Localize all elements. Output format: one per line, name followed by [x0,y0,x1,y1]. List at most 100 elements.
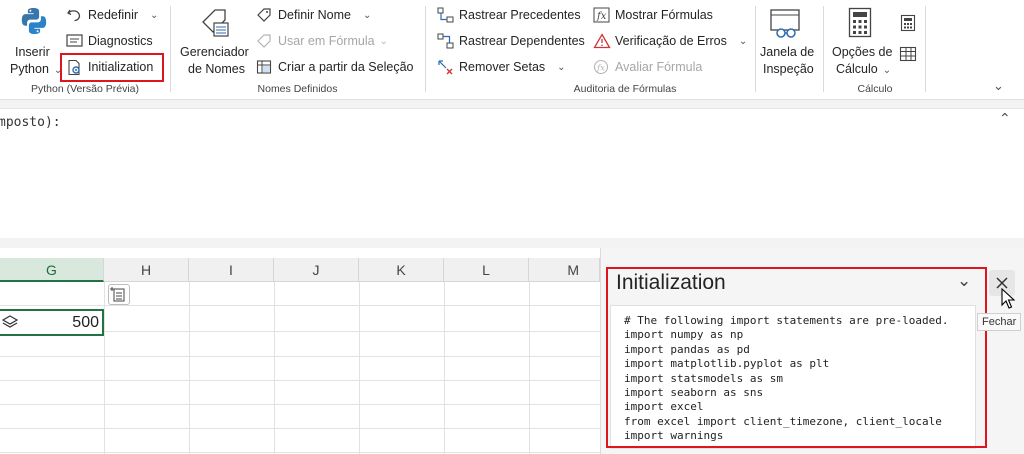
grid-row[interactable] [0,381,600,405]
svg-text:fx: fx [596,64,605,74]
calculate-now-icon[interactable] [900,14,916,32]
calculation-options-label-line1: Opções de [832,45,893,59]
collapse-formula-bar-icon[interactable]: ⌃ [999,111,1011,127]
show-formulas-button[interactable]: fx Mostrar Fórmulas [593,7,713,23]
chevron-down-icon: ⌄ [882,65,892,76]
undo-icon [66,7,84,23]
warning-icon [593,33,611,49]
insert-python-label-line1: Inserir [15,45,50,59]
ribbon: Inserir Python ⌄ Redefinir ⌄ Diagnostics … [0,0,1024,100]
initialization-pane: Initialization ⌄ # The following import … [600,248,1024,454]
remove-arrows-button[interactable]: Remover Setas ⌄ [437,59,566,75]
initialization-highlight [60,53,164,82]
grid-line [529,282,530,454]
grid-line [444,282,445,454]
chevron-down-icon[interactable]: ⌄ [557,62,565,73]
redefinir-button[interactable]: Redefinir ⌄ [66,7,158,23]
watch-window-label-line2: Inspeção [763,62,814,76]
show-formulas-label: Mostrar Fórmulas [615,8,713,22]
chevron-down-icon[interactable]: ⌄ [150,10,158,21]
watch-window-button[interactable]: Janela de Inspeção [757,4,815,79]
grid-row[interactable] [0,429,600,453]
pane-highlight [606,267,987,448]
name-manager-button[interactable]: Gerenciador de Nomes [176,4,252,79]
create-from-selection-button[interactable]: Criar a partir da Seleção [256,59,413,75]
column-header-g[interactable]: G [0,258,104,282]
diagnostics-button[interactable]: Diagnostics [66,33,153,49]
chevron-down-icon: ⌄ [379,35,388,47]
python-object-icon [2,315,18,328]
cell-value: 500 [72,314,99,331]
error-checking-label: Verificação de Erros [615,34,727,48]
grid-line [189,282,190,454]
watch-window-label-line1: Janela de [760,45,815,59]
formula-bar-expanded[interactable]: mposto): ⌃ [0,108,1024,238]
name-manager-icon [202,9,229,37]
collapse-ribbon-chevron-icon[interactable]: ⌄ [993,78,1004,94]
separator [755,6,756,92]
column-header-h[interactable]: H [104,258,189,282]
grid-line [274,282,275,454]
error-checking-button[interactable]: Verificação de Erros ⌄ [593,33,747,49]
create-from-selection-label: Criar a partir da Seleção [278,60,414,74]
evaluate-formula-button[interactable]: fx Avaliar Fórmula [593,59,702,75]
trace-dependents-icon [437,33,455,49]
grid-row[interactable] [0,405,600,429]
calculation-group-label: Cálculo [857,83,893,95]
diagnostics-label: Diagnostics [88,34,153,48]
formula-text[interactable]: mposto): [0,115,61,130]
tag-icon [256,33,274,49]
redefinir-label: Redefinir [88,8,139,22]
watch-window-icon [770,9,800,38]
use-in-formula-label: Usar em Fórmula [278,34,375,48]
separator [425,6,426,92]
define-name-label: Definir Nome [278,8,351,22]
close-tooltip: Fechar [977,313,1022,331]
grid-line [104,282,105,454]
name-manager-label-line1: Gerenciador [180,45,249,59]
tag-icon [256,7,274,23]
separator [823,6,824,92]
separator [170,6,171,92]
column-header-j[interactable]: J [274,258,359,282]
grid-row[interactable] [0,333,600,357]
worksheet-grid[interactable]: G H I J K L M 500 [0,248,600,454]
insert-python-label-line2: Python ⌄ [10,62,63,76]
python-group-label: Python (Versão Prévia) [31,83,139,95]
grid-row[interactable] [0,282,600,306]
selected-cell[interactable]: 500 [0,309,104,336]
trace-dependents-button[interactable]: Rastrear Dependentes [437,33,585,49]
diagnostics-icon [66,33,84,49]
trace-precedents-button[interactable]: Rastrear Precedentes [437,7,581,23]
calculation-options-label-line2: Cálculo ⌄ [836,62,892,76]
audit-group-label: Auditoria de Fórmulas [573,83,677,95]
mouse-cursor-icon [1001,288,1015,309]
svg-text:fx: fx [596,11,607,22]
column-header-l[interactable]: L [444,258,529,282]
calculation-options-button[interactable]: Opções de Cálculo ⌄ [828,4,894,79]
column-header-k[interactable]: K [359,258,444,282]
column-header-m[interactable]: M [529,258,600,282]
names-group-label: Nomes Definidos [257,83,338,95]
trace-dependents-label: Rastrear Dependentes [459,34,585,48]
evaluate-formula-label: Avaliar Fórmula [615,60,703,74]
chevron-down-icon[interactable]: ⌄ [363,10,371,21]
name-manager-label-line2: de Nomes [188,62,245,76]
insert-python-button[interactable]: Inserir Python ⌄ [8,4,63,79]
calculator-icon [848,7,872,38]
grid-line [359,282,360,454]
column-header-i[interactable]: I [189,258,274,282]
evaluate-formula-icon: fx [593,59,611,75]
trace-precedents-label: Rastrear Precedentes [459,8,581,22]
calculate-sheet-icon[interactable] [899,46,917,62]
remove-arrows-label: Remover Setas [459,60,546,74]
chevron-down-icon[interactable]: ⌄ [739,36,747,47]
separator [925,6,926,92]
define-name-button[interactable]: Definir Nome ⌄ [256,7,371,23]
insert-data-icon[interactable] [108,284,130,305]
python-icon [21,8,47,34]
show-formulas-icon: fx [593,7,611,23]
grid-row[interactable] [0,357,600,381]
trace-precedents-icon [437,7,455,23]
use-in-formula-button[interactable]: Usar em Fórmula ⌄ [256,33,388,49]
